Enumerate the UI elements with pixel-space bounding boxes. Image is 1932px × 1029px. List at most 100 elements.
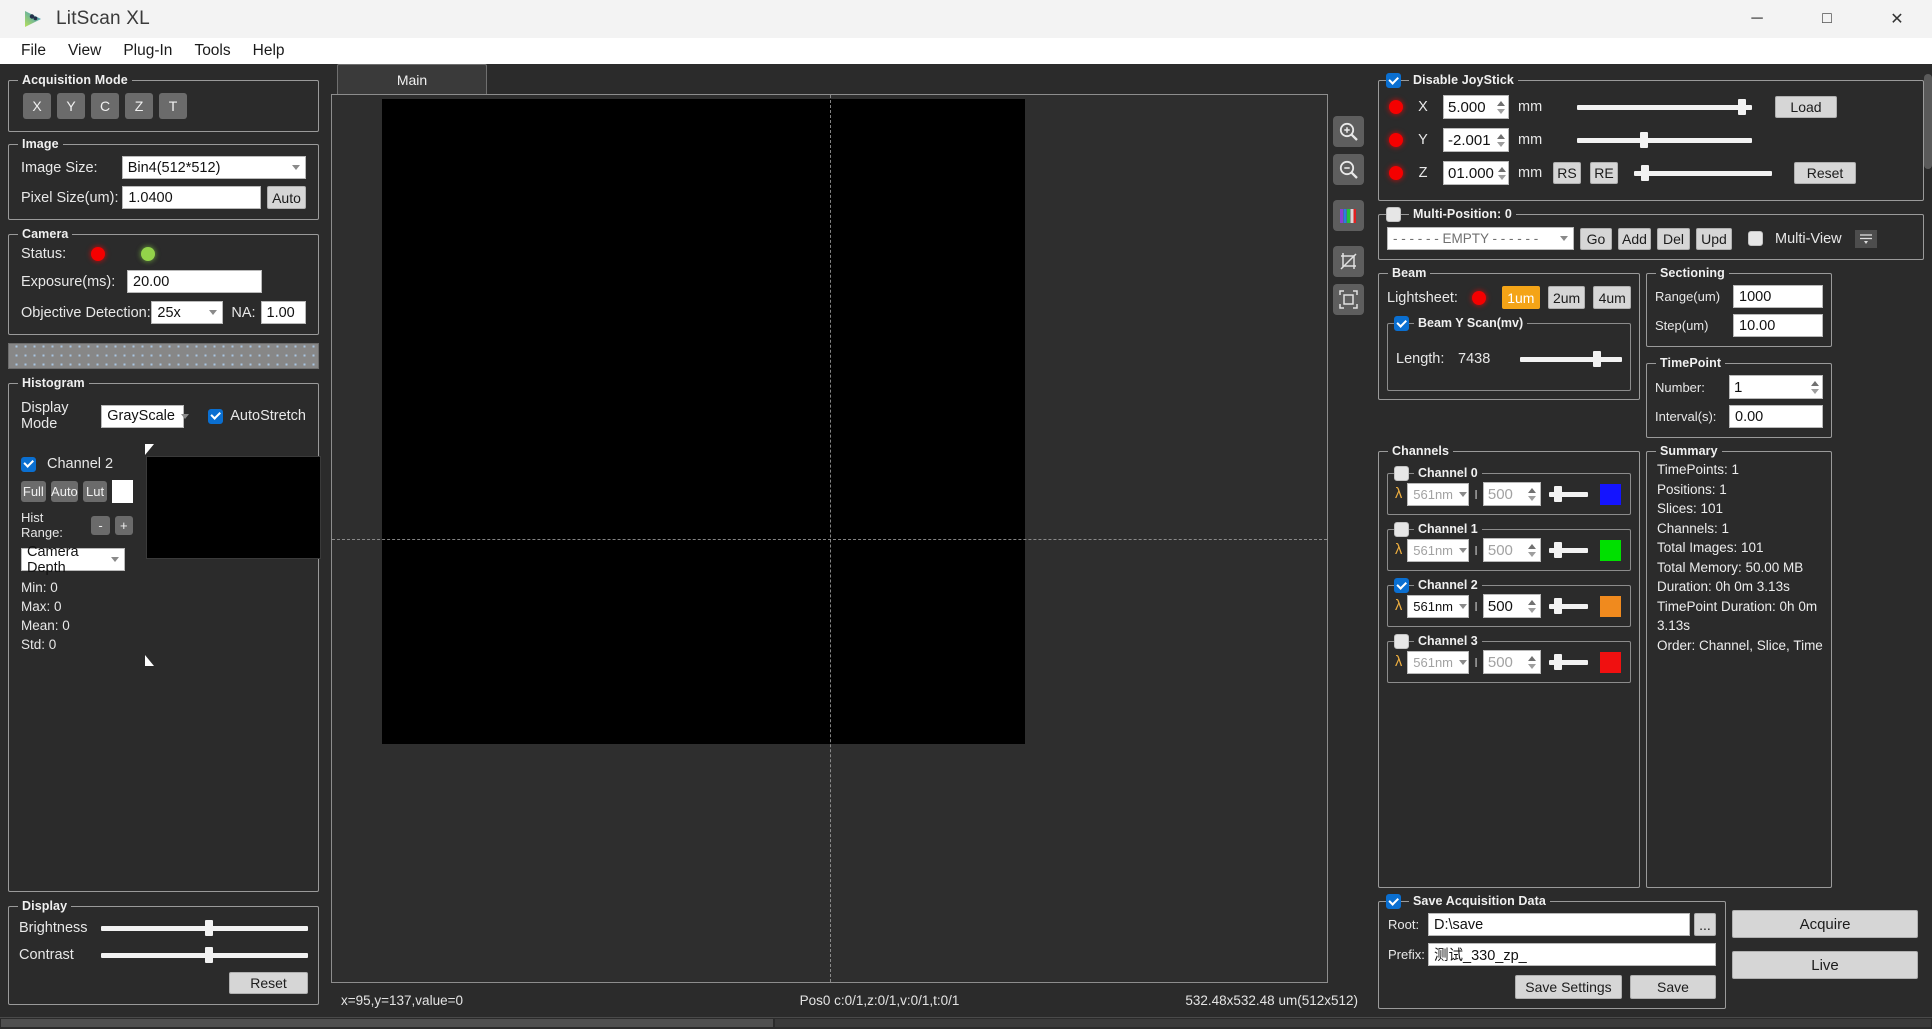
pixel-auto-button[interactable]: Auto [266,186,306,209]
channel-3-slider[interactable] [1548,653,1588,671]
tab-main[interactable]: Main [337,64,487,94]
hist-range-minus-button[interactable]: - [91,515,110,535]
zoom-in-icon[interactable] [1332,116,1364,147]
multiview-checkbox[interactable] [1748,231,1763,246]
timepoint-interval-input[interactable]: 0.00 [1729,405,1823,428]
load-button[interactable]: Load [1775,96,1837,118]
objective-combo[interactable]: 25x [151,301,224,324]
multiposition-checkbox[interactable] [1386,207,1401,222]
channel-2-slider[interactable] [1548,597,1588,615]
close-button[interactable]: ✕ [1862,0,1932,38]
multiview-expand-icon[interactable] [1854,229,1877,248]
maximize-button[interactable]: □ [1792,0,1862,38]
channel-0-checkbox[interactable] [1394,466,1409,481]
live-button[interactable]: Live [1732,951,1918,979]
position-go-button[interactable]: Go [1580,227,1612,250]
mode-button-y[interactable]: Y [57,93,85,119]
position-add-button[interactable]: Add [1618,227,1651,250]
rs-button[interactable]: RS [1553,162,1581,184]
hist-lut-button[interactable]: Lut [83,481,107,502]
color-channels-icon[interactable] [1332,200,1364,231]
na-input[interactable]: 1.00 [260,301,306,324]
channel2-checkbox[interactable] [21,456,36,472]
contrast-slider[interactable] [101,946,308,964]
channel-3-intensity-spinbox[interactable]: 500 [1482,650,1541,674]
display-reset-button[interactable]: Reset [229,972,308,994]
channel-2-checkbox[interactable] [1394,578,1409,593]
beam-length-slider[interactable] [1520,350,1622,368]
fit-icon[interactable] [1332,284,1364,315]
lightsheet-4um-button[interactable]: 4um [1593,286,1632,309]
channel-1-checkbox[interactable] [1394,522,1409,537]
hist-handle-left-bottom[interactable] [145,655,154,666]
range-input[interactable]: 1000 [1733,285,1823,308]
image-size-combo[interactable]: Bin4(512*512) [121,156,306,179]
channel-0-color-swatch[interactable] [1599,482,1622,506]
zoom-out-icon[interactable] [1332,154,1364,185]
histogram-plot[interactable] [146,456,321,559]
axis-x-slider[interactable] [1577,98,1752,116]
exposure-input[interactable]: 20.00 [127,270,262,293]
lightsheet-2um-button[interactable]: 2um [1547,286,1586,309]
mode-button-x[interactable]: X [23,93,51,119]
channel-2-wavelength-combo[interactable]: 561nm [1407,594,1470,618]
minimize-button[interactable]: ─ [1722,0,1792,38]
axis-x-spinbox[interactable]: 5.000 [1443,95,1509,119]
acquire-button[interactable]: Acquire [1732,910,1918,938]
save-settings-button[interactable]: Save Settings [1515,975,1622,999]
re-button[interactable]: RE [1590,162,1618,184]
multiposition-combo[interactable]: - - - - - - EMPTY - - - - - - [1387,227,1574,250]
channel-2-intensity-spinbox[interactable]: 500 [1482,594,1541,618]
channel-3-checkbox[interactable] [1394,634,1409,649]
hist-handle-left-top[interactable] [145,444,154,455]
axis-y-slider[interactable] [1577,131,1752,149]
save-button[interactable]: Save [1630,975,1716,999]
right-scrollbar[interactable] [1924,64,1932,1017]
mode-button-t[interactable]: T [159,93,187,119]
image-viewport[interactable] [331,94,1328,983]
step-input[interactable]: 10.00 [1733,314,1823,337]
mode-button-c[interactable]: C [91,93,119,119]
browse-button[interactable]: ... [1694,913,1716,936]
position-upd-button[interactable]: Upd [1696,227,1732,250]
save-acquisition-checkbox[interactable] [1386,894,1401,909]
channel-3-color-swatch[interactable] [1599,650,1622,674]
axis-y-spinbox[interactable]: -2.001 [1443,128,1509,152]
mode-button-z[interactable]: Z [125,93,153,119]
beam-y-scan-checkbox[interactable] [1394,316,1409,331]
display-mode-combo[interactable]: GrayScale [101,404,189,428]
hist-full-button[interactable]: Full [21,481,46,502]
root-input[interactable]: D:\save [1428,913,1690,936]
channel-1-intensity-spinbox[interactable]: 500 [1482,538,1541,562]
timepoint-number-spinbox[interactable]: 1 [1729,375,1823,399]
axis-z-spinbox[interactable]: 01.000 [1443,161,1509,185]
acquired-image[interactable] [382,99,1025,744]
brightness-slider[interactable] [101,919,308,937]
channel-0-intensity-spinbox[interactable]: 500 [1482,482,1541,506]
channel-1-slider[interactable] [1548,541,1588,559]
channel-3-wavelength-combo[interactable]: 561nm [1407,650,1470,674]
menu-plugin[interactable]: Plug-In [112,40,183,62]
position-del-button[interactable]: Del [1657,227,1690,250]
menu-tools[interactable]: Tools [183,40,241,62]
prefix-input[interactable]: 测试_330_zp_ [1428,943,1716,966]
channel-2-color-swatch[interactable] [1599,594,1622,618]
channel-1-wavelength-combo[interactable]: 561nm [1407,538,1470,562]
reset-stage-button[interactable]: Reset [1794,162,1856,184]
menu-view[interactable]: View [57,40,112,62]
axis-z-slider[interactable] [1634,164,1772,182]
menu-help[interactable]: Help [242,40,296,62]
bottom-scrollbar[interactable] [0,1017,1932,1029]
crop-icon[interactable] [1332,246,1364,277]
hist-color-swatch[interactable] [111,480,133,503]
autostretch-checkbox[interactable] [208,408,224,424]
lightsheet-1um-button[interactable]: 1um [1501,286,1540,309]
hist-auto-button[interactable]: Auto [50,481,79,502]
channel-1-color-swatch[interactable] [1599,538,1622,562]
channel-0-slider[interactable] [1548,485,1588,503]
pixel-size-input[interactable]: 1.0400 [122,186,261,209]
channel-0-wavelength-combo[interactable]: 561nm [1407,482,1470,506]
camera-depth-combo[interactable]: Camera Depth [21,544,125,576]
disable-joystick-checkbox[interactable] [1386,73,1401,88]
menu-file[interactable]: File [10,40,57,62]
